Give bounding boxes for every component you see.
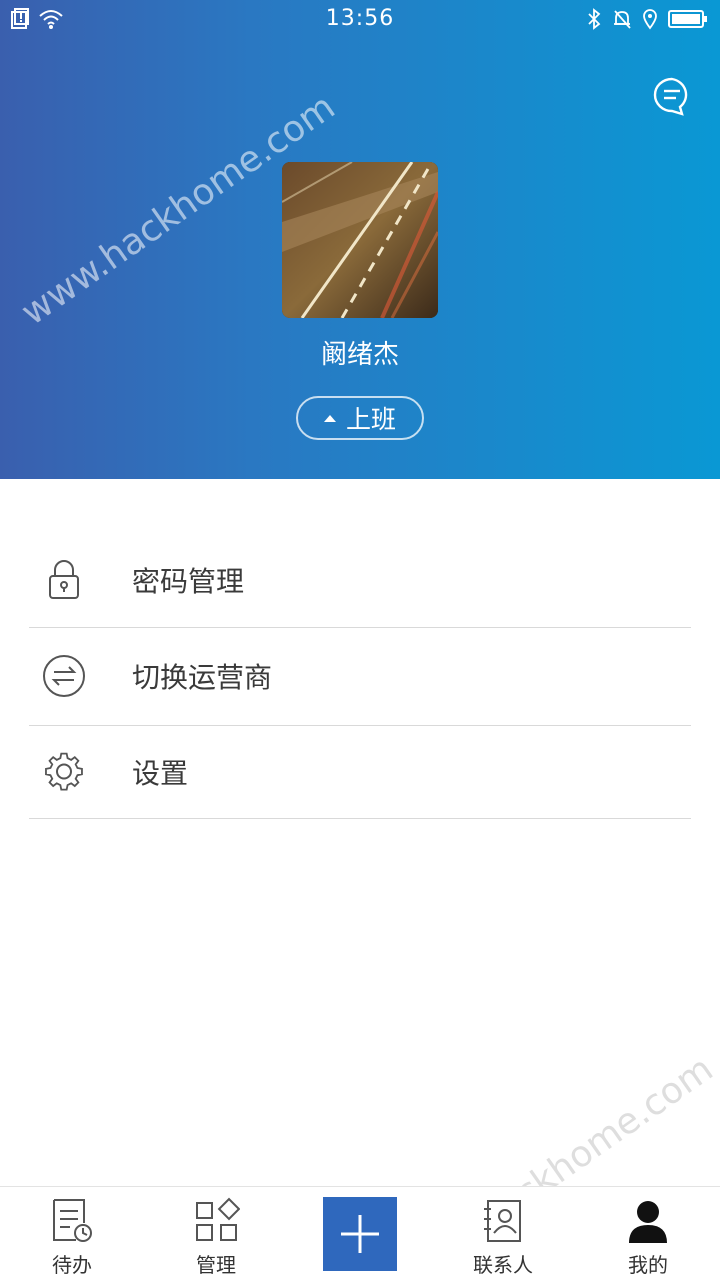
add-button[interactable] [323, 1197, 397, 1271]
contacts-icon [484, 1200, 521, 1242]
grid-icon [196, 1197, 240, 1241]
work-status-button[interactable]: 上班 [296, 396, 424, 440]
tab-todo[interactable]: 待办 [24, 1187, 120, 1280]
status-bar: 13:56 [0, 0, 720, 40]
tab-contacts[interactable]: 联系人 [455, 1187, 551, 1280]
caret-up-icon [323, 414, 336, 422]
gear-icon [45, 752, 83, 791]
battery-icon [668, 10, 707, 28]
tab-mine[interactable]: 我的 [600, 1187, 696, 1280]
bell-muted-icon [614, 10, 631, 29]
menu-label-settings: 设置 [132, 757, 189, 790]
todo-icon [53, 1199, 92, 1242]
menu-label-password: 密码管理 [132, 565, 245, 598]
location-icon [643, 9, 657, 30]
menu-item-switch-carrier[interactable]: 切换运营商 [0, 628, 720, 724]
tab-label-mine: 我的 [628, 1253, 668, 1277]
menu-item-settings[interactable]: 设置 [0, 724, 720, 820]
plus-icon [341, 1215, 379, 1253]
message-icon[interactable] [652, 76, 692, 116]
menu-label-switch-carrier: 切换运营商 [132, 661, 273, 694]
person-icon [629, 1201, 667, 1243]
lock-icon [49, 560, 79, 599]
bottom-tab-bar: 待办 管理 联系人 我的 [0, 1186, 720, 1280]
tab-manage[interactable]: 管理 [168, 1187, 264, 1280]
bluetooth-icon [588, 8, 601, 30]
divider [29, 818, 691, 819]
settings-menu: 密码管理 切换运营商 设置 [0, 532, 720, 820]
tab-label-manage: 管理 [196, 1253, 236, 1277]
profile-header: 13:56 阚绪杰 上班 www.hackhome.com [0, 0, 720, 479]
avatar[interactable] [282, 162, 438, 318]
user-name: 阚绪杰 [320, 340, 399, 370]
avatar-image [282, 162, 438, 318]
tab-label-todo: 待办 [52, 1253, 92, 1277]
switch-icon [43, 655, 85, 697]
menu-item-password[interactable]: 密码管理 [0, 532, 720, 628]
work-status-label: 上班 [345, 405, 396, 434]
status-right [586, 8, 708, 30]
tab-label-contacts: 联系人 [473, 1253, 533, 1277]
